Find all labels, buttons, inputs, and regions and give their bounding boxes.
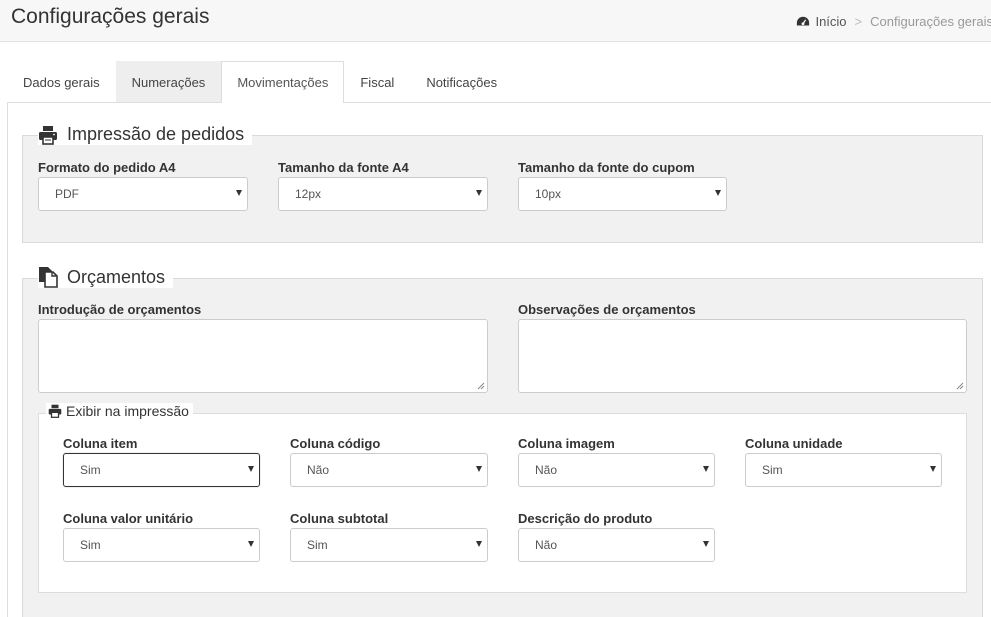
chevron-down-icon xyxy=(930,466,936,472)
resize-grip-icon[interactable] xyxy=(956,382,964,390)
tab-numeracoes[interactable]: Numerações xyxy=(115,61,222,102)
fonte-cupom-select[interactable]: 10px xyxy=(518,177,727,211)
printer-icon xyxy=(39,125,57,145)
coluna-codigo-value: Não xyxy=(307,463,330,477)
coluna-codigo-label: Coluna código xyxy=(290,436,381,451)
formato-pedido-value: PDF xyxy=(55,187,79,201)
coluna-unidade-value: Sim xyxy=(762,463,783,477)
tab-notificacoes[interactable]: Notificações xyxy=(410,61,513,102)
dashboard-icon xyxy=(797,16,810,25)
coluna-unidade-label: Coluna unidade xyxy=(745,436,843,451)
observacoes-textarea[interactable] xyxy=(518,319,967,393)
fonte-a4-value: 12px xyxy=(295,187,322,201)
coluna-codigo-select[interactable]: Não xyxy=(290,453,488,487)
tab-movimentacoes[interactable]: Movimentações xyxy=(221,61,345,103)
impressao-legend: Impressão de pedidos xyxy=(38,124,253,145)
coluna-imagem-select[interactable]: Não xyxy=(518,453,715,487)
coluna-subtotal-value: Sim xyxy=(307,538,328,552)
coluna-valor-unitario-value: Sim xyxy=(80,538,101,552)
breadcrumb-current: Configurações gerais xyxy=(870,14,991,29)
tab-bar: Dados gerais Numerações Movimentações Fi… xyxy=(7,61,513,103)
introducao-textarea[interactable] xyxy=(38,319,488,393)
tab-fiscal[interactable]: Fiscal xyxy=(344,61,410,102)
fonte-a4-select[interactable]: 12px xyxy=(278,177,488,211)
coluna-valor-unitario-select[interactable]: Sim xyxy=(63,528,260,562)
impressao-title: Impressão de pedidos xyxy=(67,124,245,144)
top-bar: Configurações gerais Início > Configuraç… xyxy=(0,0,991,42)
formato-pedido-label: Formato do pedido A4 xyxy=(38,160,176,175)
formato-pedido-select[interactable]: PDF xyxy=(38,177,248,211)
coluna-subtotal-label: Coluna subtotal xyxy=(290,511,389,526)
chevron-down-icon xyxy=(476,466,482,472)
breadcrumb-home-link[interactable]: Início xyxy=(815,14,846,29)
chevron-down-icon xyxy=(236,190,242,196)
chevron-down-icon xyxy=(703,541,709,547)
tab-dados-gerais[interactable]: Dados gerais xyxy=(7,61,116,102)
coluna-item-label: Coluna item xyxy=(63,436,138,451)
observacoes-label: Observações de orçamentos xyxy=(518,302,696,317)
fonte-cupom-value: 10px xyxy=(535,187,562,201)
coluna-item-select[interactable]: Sim xyxy=(63,453,260,487)
coluna-item-value: Sim xyxy=(80,463,101,477)
coluna-subtotal-select[interactable]: Sim xyxy=(290,528,488,562)
exibir-legend: Exibir na impressão xyxy=(46,403,193,419)
copy-icon xyxy=(39,267,58,288)
orcamentos-legend: Orçamentos xyxy=(38,266,174,288)
fonte-cupom-label: Tamanho da fonte do cupom xyxy=(518,160,695,175)
printer-icon xyxy=(48,404,62,418)
fonte-a4-label: Tamanho da fonte A4 xyxy=(278,160,409,175)
chevron-down-icon xyxy=(703,466,709,472)
breadcrumb: Início > Configurações gerais xyxy=(796,14,991,29)
coluna-valor-unitario-label: Coluna valor unitário xyxy=(63,511,194,526)
coluna-imagem-label: Coluna imagem xyxy=(518,436,615,451)
coluna-unidade-select[interactable]: Sim xyxy=(745,453,942,487)
descricao-produto-select[interactable]: Não xyxy=(518,528,715,562)
exibir-title: Exibir na impressão xyxy=(66,403,189,419)
descricao-produto-label: Descrição do produto xyxy=(518,511,653,526)
coluna-imagem-value: Não xyxy=(535,463,558,477)
breadcrumb-separator: > xyxy=(854,14,863,29)
orcamentos-title: Orçamentos xyxy=(67,266,166,287)
chevron-down-icon xyxy=(248,466,254,472)
resize-grip-icon[interactable] xyxy=(477,382,485,390)
descricao-produto-value: Não xyxy=(535,538,558,552)
chevron-down-icon xyxy=(248,541,254,547)
chevron-down-icon xyxy=(476,541,482,547)
chevron-down-icon xyxy=(476,190,482,196)
chevron-down-icon xyxy=(715,190,721,196)
introducao-label: Introdução de orçamentos xyxy=(38,302,202,317)
page-title: Configurações gerais xyxy=(11,5,210,28)
